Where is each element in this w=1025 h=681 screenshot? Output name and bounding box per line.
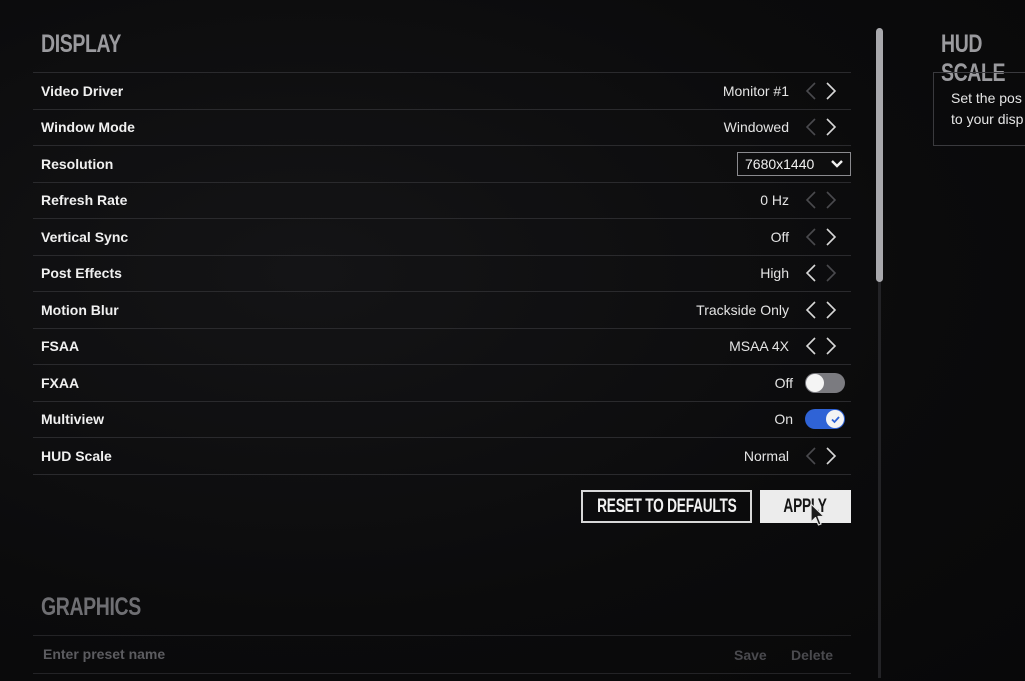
hud-scale-description-panel: Set the pos to your disp bbox=[933, 72, 1025, 146]
chevron-right-icon[interactable] bbox=[821, 446, 841, 466]
chevron-left-icon[interactable] bbox=[801, 300, 821, 320]
chevron-right-icon[interactable] bbox=[821, 263, 841, 283]
setting-row-fxaa: FXAA Off bbox=[33, 365, 851, 402]
setting-control: MSAA 4X bbox=[729, 329, 851, 365]
setting-control: Windowed bbox=[724, 110, 851, 146]
settings-screen: DISPLAY Video Driver Monitor #1 Window Mod… bbox=[0, 0, 1025, 681]
setting-label: Multiview bbox=[41, 411, 105, 428]
chevron-left-icon[interactable] bbox=[801, 81, 821, 101]
dropdown-selected-value: 7680x1440 bbox=[745, 155, 815, 172]
setting-control: Off bbox=[775, 365, 851, 401]
setting-value: High bbox=[760, 265, 789, 282]
arrow-selector bbox=[801, 117, 849, 137]
setting-value: Normal bbox=[743, 447, 789, 464]
setting-label: FXAA bbox=[41, 374, 80, 391]
resolution-dropdown[interactable]: 7680x1440 bbox=[737, 151, 851, 176]
setting-control: Monitor #1 bbox=[723, 73, 851, 109]
arrow-selector bbox=[801, 300, 849, 320]
chevron-right-icon[interactable] bbox=[821, 300, 841, 320]
chevron-right-icon[interactable] bbox=[821, 190, 841, 210]
save-preset-button[interactable]: Save bbox=[734, 647, 767, 663]
preset-name-input[interactable] bbox=[41, 645, 645, 663]
setting-value: On bbox=[774, 411, 793, 428]
arrow-selector bbox=[801, 336, 849, 356]
setting-label: Post Effects bbox=[41, 265, 122, 282]
chevron-left-icon[interactable] bbox=[801, 336, 821, 356]
arrow-selector bbox=[801, 227, 849, 247]
setting-label: Motion Blur bbox=[41, 301, 119, 318]
setting-row-resolution: Resolution 7680x1440 bbox=[33, 146, 851, 183]
hud-description-line-2: to your disp bbox=[951, 111, 1024, 127]
chevron-left-icon[interactable] bbox=[801, 263, 821, 283]
scrollbar-thumb[interactable] bbox=[876, 28, 883, 282]
display-section-title: DISPLAY bbox=[41, 30, 121, 58]
setting-label: Refresh Rate bbox=[41, 192, 128, 209]
arrow-selector bbox=[801, 263, 849, 283]
mouse-cursor-icon bbox=[810, 503, 825, 526]
chevron-right-icon[interactable] bbox=[821, 336, 841, 356]
multiview-toggle[interactable] bbox=[805, 409, 845, 430]
hud-description-line-1: Set the pos bbox=[951, 90, 1022, 106]
setting-value: Monitor #1 bbox=[722, 82, 789, 99]
chevron-left-icon[interactable] bbox=[801, 227, 821, 247]
apply-button[interactable]: APPLY bbox=[760, 490, 851, 523]
setting-label: HUD Scale bbox=[41, 447, 112, 464]
setting-control: On bbox=[774, 402, 851, 438]
toggle-knob bbox=[826, 410, 844, 429]
setting-control: 7680x1440 bbox=[737, 146, 851, 182]
chevron-right-icon[interactable] bbox=[821, 117, 841, 137]
setting-value: Trackside Only bbox=[696, 301, 789, 318]
chevron-right-icon[interactable] bbox=[821, 227, 841, 247]
setting-row-video-driver: Video Driver Monitor #1 bbox=[33, 73, 851, 110]
setting-value: Off bbox=[770, 228, 789, 245]
setting-row-vertical-sync: Vertical Sync Off bbox=[33, 219, 851, 256]
setting-label: Vertical Sync bbox=[41, 228, 129, 245]
arrow-selector bbox=[801, 446, 849, 466]
setting-value: 0 Hz bbox=[760, 192, 789, 209]
setting-control: Off bbox=[771, 219, 851, 255]
setting-value: Windowed bbox=[723, 119, 789, 136]
chevron-right-icon[interactable] bbox=[821, 81, 841, 101]
chevron-left-icon[interactable] bbox=[801, 446, 821, 466]
display-settings-list: Video Driver Monitor #1 Window Mode Windowe… bbox=[33, 72, 851, 475]
arrow-selector bbox=[801, 81, 849, 101]
setting-row-refresh-rate: Refresh Rate 0 Hz bbox=[33, 183, 851, 219]
setting-row-multiview: Multiview On bbox=[33, 402, 851, 438]
setting-row-window-mode: Window Mode Windowed bbox=[33, 110, 851, 146]
chevron-left-icon[interactable] bbox=[801, 190, 821, 210]
setting-row-hud-scale: HUD Scale Normal bbox=[33, 438, 851, 475]
setting-value: Off bbox=[774, 374, 793, 391]
toggle-knob bbox=[806, 373, 824, 392]
reset-button-label: RESET TO DEFAULTS bbox=[596, 495, 737, 517]
chevron-down-icon bbox=[830, 159, 850, 169]
setting-value: MSAA 4X bbox=[729, 338, 789, 355]
setting-row-motion-blur: Motion Blur Trackside Only bbox=[33, 292, 851, 329]
setting-row-post-effects: Post Effects High bbox=[33, 256, 851, 292]
checkmark-icon bbox=[830, 416, 840, 424]
setting-label: FSAA bbox=[41, 338, 80, 355]
chevron-left-icon[interactable] bbox=[801, 117, 821, 137]
setting-control: 0 Hz bbox=[760, 183, 851, 219]
setting-control: High bbox=[760, 256, 851, 292]
preset-row: Save Delete bbox=[33, 635, 851, 674]
graphics-section-title: GRAPHICS bbox=[41, 593, 141, 621]
setting-label: Window Mode bbox=[41, 119, 135, 136]
setting-label: Video Driver bbox=[41, 82, 124, 99]
arrow-selector bbox=[801, 190, 849, 210]
fxaa-toggle[interactable] bbox=[805, 372, 845, 393]
setting-control: Trackside Only bbox=[696, 292, 851, 328]
delete-preset-button[interactable]: Delete bbox=[791, 647, 833, 663]
reset-to-defaults-button[interactable]: RESET TO DEFAULTS bbox=[581, 490, 752, 523]
setting-row-fsaa: FSAA MSAA 4X bbox=[33, 329, 851, 365]
setting-control: Normal bbox=[744, 438, 851, 474]
setting-label: Resolution bbox=[41, 155, 114, 172]
